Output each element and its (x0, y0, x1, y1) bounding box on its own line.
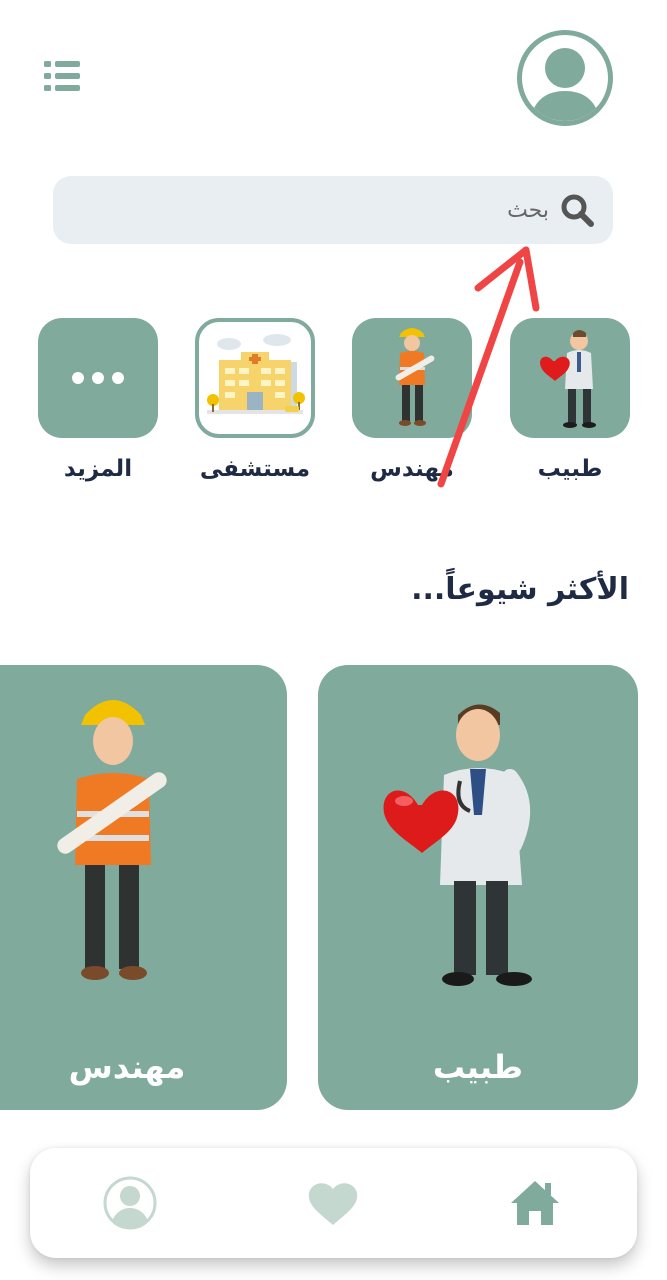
profile-avatar-button[interactable] (517, 30, 613, 126)
hospital-illustration (207, 334, 305, 414)
category-tile (352, 318, 472, 438)
profile-icon (103, 1176, 157, 1230)
search-bar[interactable] (53, 176, 613, 244)
category-label: طبيب (537, 456, 603, 482)
category-engineer[interactable]: مهندس (352, 318, 472, 482)
popular-card-engineer[interactable]: مهندس (0, 665, 287, 1110)
category-label: المزيد (63, 456, 133, 482)
more-dots-icon (72, 372, 124, 384)
home-icon (511, 1181, 559, 1225)
search-input[interactable] (249, 190, 549, 230)
category-hospital[interactable]: مستشفى (195, 318, 315, 482)
popular-card-doctor[interactable]: طبيب (318, 665, 638, 1110)
doctor-illustration (383, 704, 532, 986)
category-tile (510, 318, 630, 438)
card-label: طبيب (432, 1048, 524, 1086)
nav-home[interactable] (507, 1175, 563, 1231)
bottom-navigation (30, 1148, 637, 1258)
search-icon (561, 194, 594, 227)
doctor-illustration (540, 330, 596, 428)
category-label: مهندس (370, 456, 454, 482)
category-more[interactable]: المزيد (38, 318, 158, 482)
category-doctor[interactable]: طبيب (510, 318, 630, 482)
engineer-illustration (57, 700, 167, 980)
category-label: مستشفى (199, 456, 311, 482)
card-label: مهندس (68, 1048, 186, 1086)
user-avatar-icon (530, 48, 600, 121)
heart-icon (308, 1183, 358, 1225)
engineer-illustration (395, 328, 435, 426)
category-tile (38, 318, 158, 438)
menu-button[interactable] (40, 56, 86, 96)
nav-profile[interactable] (102, 1175, 158, 1231)
list-icon (44, 61, 80, 91)
nav-favorites[interactable] (305, 1175, 361, 1231)
category-tile (195, 318, 315, 438)
popular-section-title: الأكثر شيوعاً... (411, 572, 629, 607)
